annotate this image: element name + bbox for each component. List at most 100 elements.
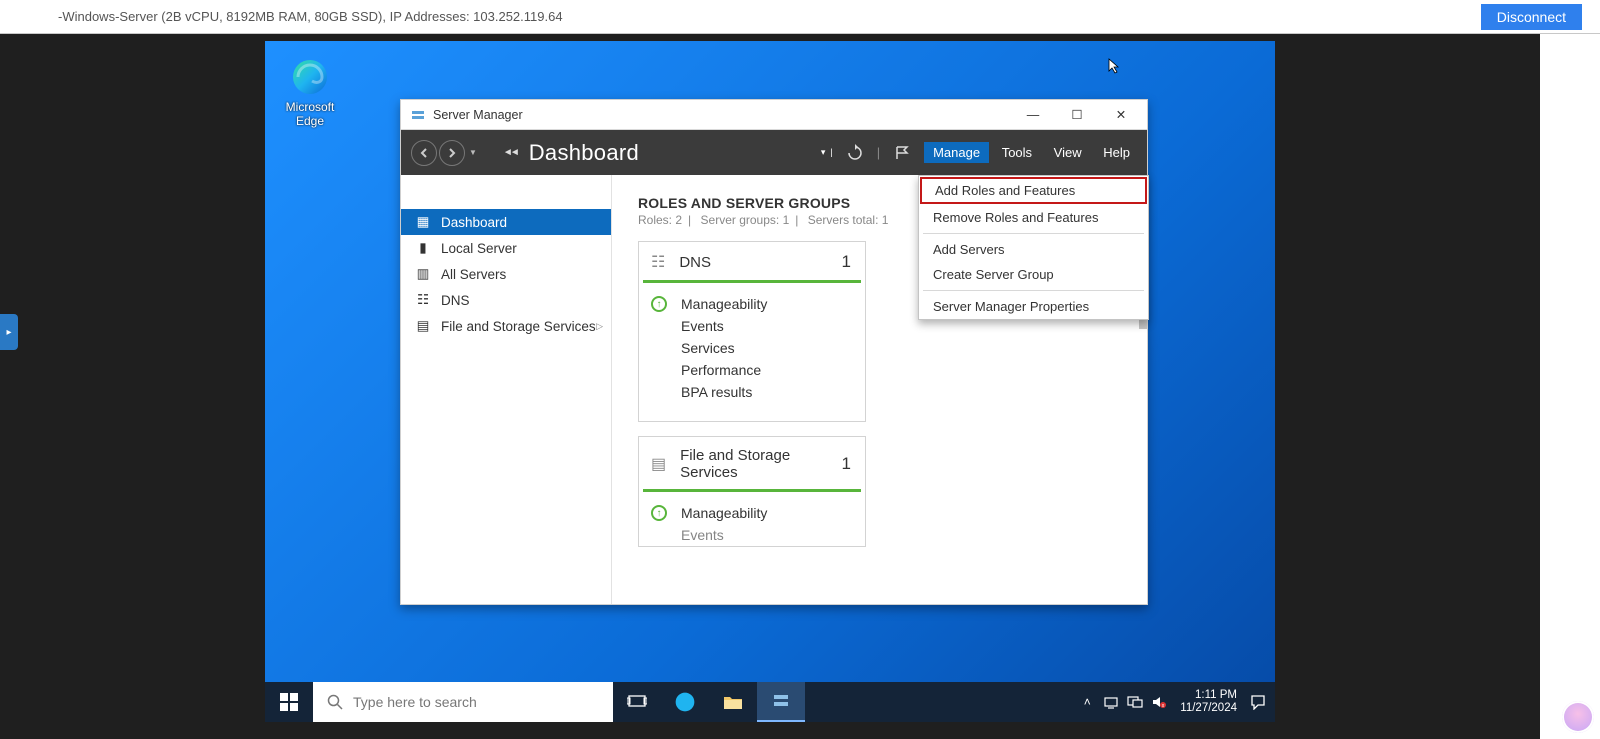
tile-name: File and Storage Services: [680, 447, 827, 481]
sidebar-item-dashboard[interactable]: ▦ Dashboard: [401, 209, 611, 235]
window-title: Server Manager: [433, 108, 523, 122]
refresh-icon[interactable]: [843, 141, 867, 165]
taskview-button[interactable]: [613, 682, 661, 722]
sidebar-item-label: Dashboard: [441, 215, 507, 230]
sidebar-item-all-servers[interactable]: ▥ All Servers: [401, 261, 611, 287]
menu-server-manager-properties[interactable]: Server Manager Properties: [919, 294, 1148, 319]
server-manager-icon: [772, 692, 790, 710]
sidebar: ▦ Dashboard ▮ Local Server ▥ All Servers…: [401, 175, 612, 604]
taskbar-edge[interactable]: [661, 682, 709, 722]
tile-status-bar: [643, 489, 861, 492]
menu-view[interactable]: View: [1045, 142, 1091, 163]
side-tab-handle[interactable]: ▸: [0, 314, 18, 350]
desktop-icon-label-2: Edge: [275, 114, 345, 128]
tile-row-label[interactable]: Performance: [681, 362, 761, 378]
sidebar-item-file-storage[interactable]: ▤ File and Storage Services ▷: [401, 313, 611, 339]
desktop-icon-edge[interactable]: Microsoft Edge: [275, 57, 345, 128]
server-icon: ▮: [415, 240, 431, 256]
up-arrow-icon: ↑: [651, 296, 667, 312]
dashboard-icon: ▦: [415, 214, 431, 230]
tray-network-icon[interactable]: [1102, 693, 1120, 711]
disconnect-button[interactable]: Disconnect: [1481, 4, 1582, 30]
windows-logo-icon: [280, 693, 298, 711]
cursor-icon: [1107, 57, 1123, 80]
assistant-badge-icon[interactable]: [1562, 701, 1594, 733]
tile-name: DNS: [679, 254, 827, 271]
breadcrumb-title: Dashboard: [529, 140, 639, 166]
clock-date: 11/27/2024: [1180, 702, 1237, 715]
tile-file-storage[interactable]: ▤ File and Storage Services 1 ↑ Manageabi…: [638, 436, 866, 547]
taskbar-server-manager[interactable]: [757, 682, 805, 722]
dns-tile-icon: ☷: [651, 252, 665, 272]
breadcrumb-dropdown-icon[interactable]: ▾ |: [821, 147, 833, 158]
nav-dropdown-icon[interactable]: ▼: [469, 148, 477, 157]
sidebar-item-local-server[interactable]: ▮ Local Server: [401, 235, 611, 261]
tile-count: 1: [842, 454, 851, 474]
minimize-button[interactable]: —: [1011, 100, 1055, 130]
sidebar-item-label: All Servers: [441, 267, 506, 282]
tile-row-label[interactable]: BPA results: [681, 384, 752, 400]
right-gutter: [1540, 34, 1600, 739]
tray-up-chevron-icon[interactable]: ˄: [1078, 693, 1096, 711]
taskview-icon: [627, 694, 647, 710]
menu-bar: Manage Tools View Help: [924, 145, 1139, 160]
tile-row-label[interactable]: Services: [681, 340, 735, 356]
sidebar-item-label: File and Storage Services: [441, 319, 596, 334]
close-button[interactable]: ✕: [1099, 100, 1143, 130]
up-arrow-icon: ↑: [651, 505, 667, 521]
console-topbar: -Windows-Server (2B vCPU, 8192MB RAM, 80…: [0, 0, 1600, 34]
tray-action-center-icon[interactable]: [1249, 693, 1267, 711]
search-icon: [327, 694, 343, 710]
tile-status-bar: [643, 280, 861, 283]
tile-count: 1: [842, 252, 851, 272]
windows-desktop: Microsoft Edge Server Manager — ☐ ✕: [265, 41, 1275, 722]
tray-volume-icon[interactable]: x: [1150, 693, 1168, 711]
menu-separator: [923, 233, 1144, 234]
folder-icon: [723, 694, 743, 710]
breadcrumb-caret-icon: ◄◄: [503, 147, 517, 158]
tray-network2-icon[interactable]: [1126, 693, 1144, 711]
edge-icon: [674, 691, 696, 713]
manage-dropdown-menu: Add Roles and Features Remove Roles and …: [918, 175, 1149, 320]
menu-help[interactable]: Help: [1094, 142, 1139, 163]
clock-time: 1:11 PM: [1180, 689, 1237, 702]
remote-canvas: ▸ Microsoft Edge: [0, 34, 1540, 739]
tile-row-label[interactable]: Events: [681, 318, 724, 334]
menu-add-servers[interactable]: Add Servers: [919, 237, 1148, 262]
tile-dns[interactable]: ☷ DNS 1 ↑ Manageability Events Services P…: [638, 241, 866, 422]
sidebar-item-label: DNS: [441, 293, 470, 308]
nav-back-button[interactable]: [411, 140, 437, 166]
window-header-bar: ▼ ◄◄ Dashboard ▾ | | Manage Tools: [401, 130, 1147, 175]
menu-remove-roles-features[interactable]: Remove Roles and Features: [919, 205, 1148, 230]
dns-icon: ☷: [415, 292, 431, 308]
taskbar-explorer[interactable]: [709, 682, 757, 722]
start-button[interactable]: [265, 682, 313, 722]
storage-icon: ▤: [415, 318, 431, 334]
sidebar-item-label: Local Server: [441, 241, 517, 256]
server-manager-icon: [411, 108, 425, 122]
desktop-icon-label-1: Microsoft: [275, 100, 345, 114]
server-manager-window: Server Manager — ☐ ✕ ▼: [400, 99, 1148, 605]
chevron-right-icon: ▷: [596, 321, 603, 332]
tile-row-label[interactable]: Events: [681, 527, 724, 543]
maximize-button[interactable]: ☐: [1055, 100, 1099, 130]
nav-forward-button[interactable]: [439, 140, 465, 166]
menu-tools[interactable]: Tools: [993, 142, 1041, 163]
server-description: -Windows-Server (2B vCPU, 8192MB RAM, 80…: [58, 9, 563, 24]
notifications-flag-icon[interactable]: [890, 141, 914, 165]
taskbar-search[interactable]: Type here to search: [313, 682, 613, 722]
search-placeholder: Type here to search: [353, 694, 477, 710]
sidebar-item-dns[interactable]: ☷ DNS: [401, 287, 611, 313]
menu-manage[interactable]: Manage: [924, 142, 989, 163]
edge-icon: [290, 57, 330, 97]
window-titlebar[interactable]: Server Manager — ☐ ✕: [401, 100, 1147, 130]
menu-separator: [923, 290, 1144, 291]
menu-create-server-group[interactable]: Create Server Group: [919, 262, 1148, 287]
taskbar-clock[interactable]: 1:11 PM 11/27/2024: [1174, 689, 1243, 715]
servers-icon: ▥: [415, 266, 431, 282]
menu-add-roles-features[interactable]: Add Roles and Features: [921, 178, 1146, 203]
tile-row-label[interactable]: Manageability: [681, 296, 767, 312]
tile-row-label[interactable]: Manageability: [681, 505, 767, 521]
windows-taskbar: Type here to search ˄: [265, 682, 1275, 722]
storage-tile-icon: ▤: [651, 454, 666, 474]
